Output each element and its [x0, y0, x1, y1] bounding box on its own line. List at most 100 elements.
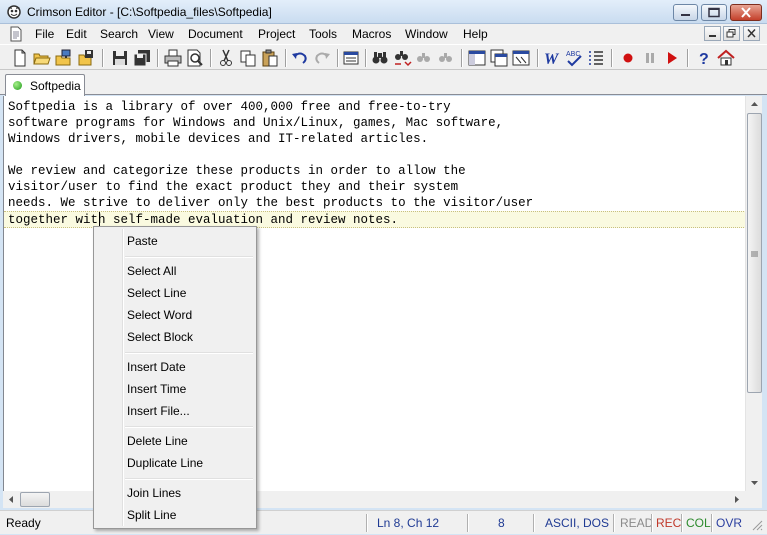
menu-document[interactable]: Document [185, 26, 246, 42]
editor-line[interactable]: Windows drivers, mobile devices and IT-r… [8, 131, 428, 147]
menu-item-select-all[interactable]: Select All [127, 261, 253, 281]
toolbar-separator [365, 49, 367, 67]
vertical-scrollbar[interactable] [745, 96, 762, 491]
document-status-icon [13, 81, 22, 90]
play-macro-icon[interactable] [662, 48, 682, 68]
output-window-icon[interactable] [489, 48, 509, 68]
menu-file[interactable]: File [32, 26, 57, 42]
close-button[interactable] [730, 4, 762, 21]
replace-icon[interactable] [392, 48, 412, 68]
document-icon[interactable] [8, 26, 24, 42]
cursor-position: Ln 8, Ch 12 [377, 516, 440, 530]
menu-tools[interactable]: Tools [306, 26, 340, 42]
context-menu: Paste Select All Select Line Select Word… [93, 226, 257, 529]
editor-line[interactable]: Softpedia is a library of over 400,000 f… [8, 99, 451, 115]
editor-line[interactable]: visitor/user to find the exact product t… [8, 179, 458, 195]
svg-text:ABC: ABC [566, 51, 580, 58]
toolbar-separator [687, 49, 689, 67]
cut-icon[interactable] [216, 48, 236, 68]
status-separator [533, 514, 535, 532]
tab-softpedia[interactable]: Softpedia [5, 74, 85, 96]
scroll-left-arrow-icon[interactable] [3, 491, 20, 508]
undo-icon[interactable] [290, 48, 310, 68]
menu-item-join-lines[interactable]: Join Lines [127, 483, 253, 503]
menu-item-select-line[interactable]: Select Line [127, 283, 253, 303]
save-all-icon[interactable] [132, 48, 152, 68]
menu-separator [125, 352, 253, 354]
open-icon[interactable] [32, 48, 52, 68]
toolbar-separator [461, 49, 463, 67]
save-as-icon[interactable] [76, 48, 96, 68]
pause-macro-icon[interactable] [640, 48, 660, 68]
word-wrap-icon[interactable]: W [542, 48, 562, 68]
find-icon[interactable] [370, 48, 390, 68]
toolbar-separator [157, 49, 159, 67]
toggle-panel-icon[interactable] [467, 48, 487, 68]
status-separator [467, 514, 469, 532]
menu-separator [125, 256, 253, 258]
menu-window[interactable]: Window [402, 26, 451, 42]
menu-item-duplicate-line[interactable]: Duplicate Line [127, 453, 253, 473]
menu-item-insert-file[interactable]: Insert File... [127, 401, 253, 421]
help-icon[interactable]: ? [694, 48, 714, 68]
editor-line[interactable]: software programs for Windows and Unix/L… [8, 115, 503, 131]
toolbar-separator [611, 49, 613, 67]
menu-bar: File Edit Search View Document Project T… [0, 24, 767, 44]
menu-item-insert-time[interactable]: Insert Time [127, 379, 253, 399]
menu-macros[interactable]: Macros [349, 26, 394, 42]
column-mode-icon[interactable] [341, 48, 361, 68]
line-numbers-icon[interactable] [586, 48, 606, 68]
save-icon[interactable] [110, 48, 130, 68]
minimize-button[interactable] [673, 4, 698, 21]
status-text: Ready [6, 516, 41, 530]
menu-item-select-block[interactable]: Select Block [127, 327, 253, 347]
horizontal-scroll-thumb[interactable] [20, 492, 50, 507]
scroll-down-arrow-icon[interactable] [746, 474, 763, 491]
new-icon[interactable] [10, 48, 30, 68]
maximize-button[interactable] [701, 4, 727, 21]
menu-item-select-word[interactable]: Select Word [127, 305, 253, 325]
title-bar: Crimson Editor - [C:\Softpedia_files\Sof… [0, 0, 767, 24]
menu-project[interactable]: Project [255, 26, 298, 42]
paste-icon[interactable] [260, 48, 280, 68]
menu-help[interactable]: Help [460, 26, 491, 42]
menu-separator [125, 478, 253, 480]
menu-item-delete-line[interactable]: Delete Line [127, 431, 253, 451]
redo-icon[interactable] [312, 48, 332, 68]
mdi-close-button[interactable] [743, 26, 760, 41]
text-caret [99, 212, 100, 227]
home-icon[interactable] [716, 48, 736, 68]
menu-view[interactable]: View [145, 26, 177, 42]
menu-item-insert-date[interactable]: Insert Date [127, 357, 253, 377]
print-icon[interactable] [163, 48, 183, 68]
mdi-minimize-button[interactable] [704, 26, 721, 41]
find-next-icon[interactable] [414, 48, 434, 68]
copy-icon[interactable] [238, 48, 258, 68]
crimson-editor-app-icon[interactable] [6, 4, 22, 20]
resize-grip-icon[interactable] [750, 518, 764, 535]
editor-line[interactable]: We review and categorize these products … [8, 163, 466, 179]
menu-edit[interactable]: Edit [63, 26, 90, 42]
editor-line[interactable]: needs. We strive to deliver only the bes… [8, 195, 533, 211]
open-remote-icon[interactable] [54, 48, 74, 68]
find-prev-icon[interactable] [436, 48, 456, 68]
toolbar-separator [537, 49, 539, 67]
toolbar-separator [337, 49, 339, 67]
mdi-restore-button[interactable] [723, 26, 740, 41]
menu-search[interactable]: Search [97, 26, 141, 42]
toolbar-separator [102, 49, 104, 67]
scroll-up-arrow-icon[interactable] [746, 96, 763, 113]
toolbar-separator [210, 49, 212, 67]
tab-label: Softpedia [30, 79, 81, 93]
overwrite-indicator: OVR [716, 516, 743, 530]
directory-tree-icon[interactable] [511, 48, 531, 68]
vertical-scroll-thumb[interactable] [747, 113, 762, 393]
spell-check-icon[interactable]: ABC [564, 48, 584, 68]
print-preview-icon[interactable] [185, 48, 205, 68]
scroll-right-arrow-icon[interactable] [728, 491, 745, 508]
record-macro-icon[interactable] [618, 48, 638, 68]
menu-item-split-line[interactable]: Split Line [127, 505, 253, 525]
status-separator [613, 514, 615, 532]
record-indicator: REC [656, 516, 682, 530]
menu-item-paste[interactable]: Paste [127, 231, 253, 251]
